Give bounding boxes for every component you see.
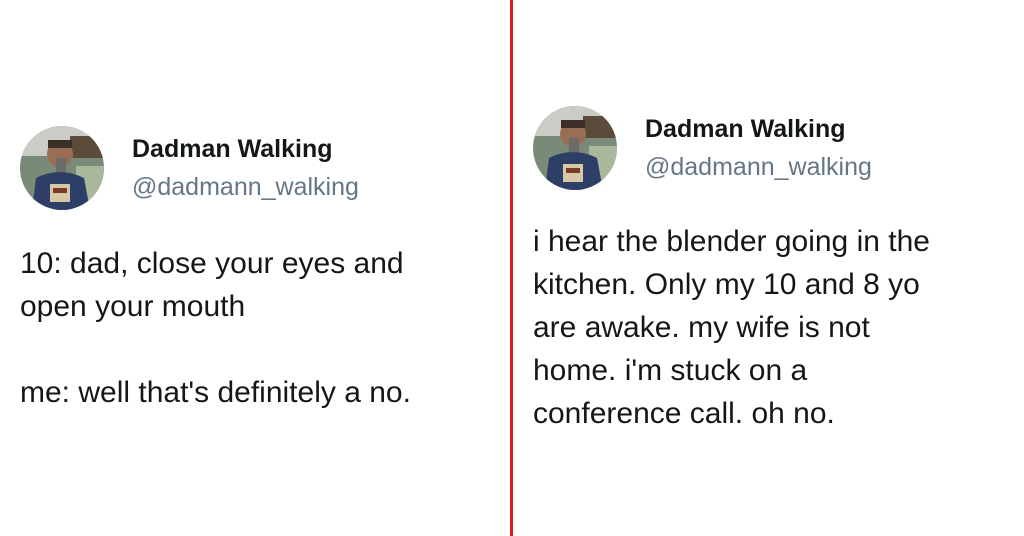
tweet-card-right: Dadman Walking @dadmann_walking i hear t…: [533, 106, 1013, 435]
tweet-line: are awake. my wife is not: [533, 311, 870, 344]
avatar-photo-icon: [533, 106, 617, 190]
tweet-line: i hear the blender going in the: [533, 225, 930, 258]
tweet-header: Dadman Walking @dadmann_walking: [20, 126, 500, 210]
tweet-line: open your mouth: [20, 290, 246, 323]
display-name[interactable]: Dadman Walking: [132, 134, 359, 164]
tweet-line: conference call. oh no.: [533, 397, 835, 430]
avatar[interactable]: [533, 106, 617, 190]
user-handle[interactable]: @dadmann_walking: [132, 172, 359, 202]
tweet-text: me: well that's definitely a no.: [20, 371, 500, 414]
avatar[interactable]: [20, 126, 104, 210]
meme-canvas: Dadman Walking @dadmann_walking 10: dad,…: [0, 0, 1024, 536]
display-name[interactable]: Dadman Walking: [645, 114, 872, 144]
tweet-header: Dadman Walking @dadmann_walking: [533, 106, 1013, 190]
tweet-line: me: well that's definitely a no.: [20, 376, 411, 409]
divider-line: [510, 0, 513, 536]
tweet-card-left: Dadman Walking @dadmann_walking 10: dad,…: [20, 126, 500, 414]
tweet-line: kitchen. Only my 10 and 8 yo: [533, 268, 920, 301]
author-info: Dadman Walking @dadmann_walking: [645, 114, 872, 182]
tweet-text: 10: dad, close your eyes and open your m…: [20, 242, 500, 328]
user-handle[interactable]: @dadmann_walking: [645, 152, 872, 182]
tweet-line: home. i'm stuck on a: [533, 354, 808, 387]
tweet-line: 10: dad, close your eyes and: [20, 247, 404, 280]
avatar-photo-icon: [20, 126, 104, 210]
author-info: Dadman Walking @dadmann_walking: [132, 134, 359, 202]
tweet-text: i hear the blender going in the kitchen.…: [533, 220, 1013, 435]
